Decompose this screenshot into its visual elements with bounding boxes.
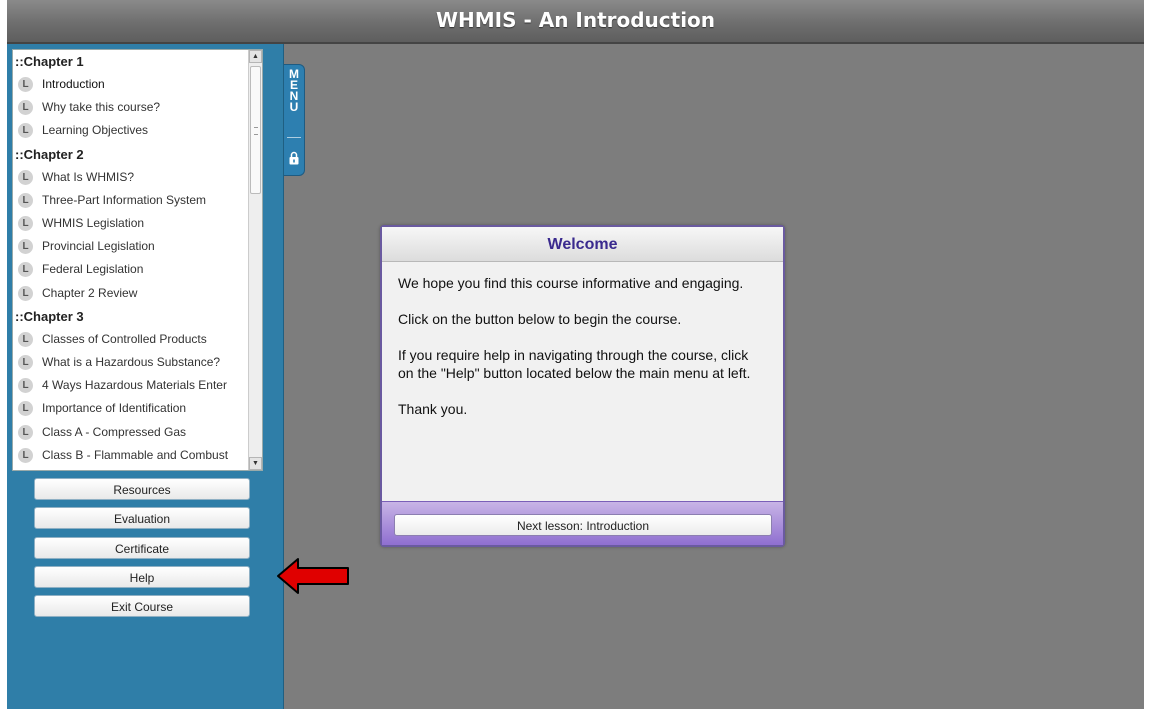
lesson-item[interactable]: L Learning Objectives [13,119,248,142]
dialog-footer: Next lesson: Introduction [382,501,783,545]
lesson-label: Class A - Compressed Gas [42,424,187,439]
lesson-item[interactable]: L What Is WHMIS? [13,166,248,189]
resources-button[interactable]: Resources [34,478,250,500]
scroll-thumb[interactable] [250,66,261,194]
lesson-label: Provincial Legislation [42,239,155,254]
lesson-icon: L [18,169,33,185]
lesson-icon: L [18,100,33,116]
menu-scrollbar[interactable]: ▲ ▼ [248,50,262,470]
course-menu-list: ::Chapter 1 L Introduction L Why take this c… [12,49,263,471]
dialog-paragraph: If you require help in navigating throug… [398,347,751,381]
dialog-title: Welcome [382,227,783,262]
lesson-label: Importance of Identification [42,401,187,416]
chapter-heading[interactable]: ::Chapter 1 [13,50,248,73]
lesson-item[interactable]: L 4 Ways Hazardous Materials Enter [13,374,248,397]
sidebar: ::Chapter 1 L Introduction L Why take this c… [7,44,284,709]
lesson-icon: L [18,447,33,463]
lesson-icon: L [18,331,33,347]
lesson-label: Chapter 2 Review [42,285,138,300]
lesson-item[interactable]: L Class B - Flammable and Combust [13,444,248,467]
lesson-item[interactable]: L WHMIS Legislation [13,212,248,235]
lesson-label: Why take this course? [42,100,161,115]
lesson-item[interactable]: L Classes of Controlled Products [13,328,248,351]
dialog-body: We hope you find this course informative… [382,262,783,418]
lesson-icon: L [18,123,33,139]
lesson-icon: L [18,192,33,208]
lesson-icon: L [18,77,33,93]
lesson-icon: L [18,285,33,301]
lesson-label: What Is WHMIS? [42,169,135,184]
lesson-icon: L [18,378,33,394]
exit-course-button[interactable]: Exit Course [34,595,250,617]
course-app: WHMIS - An Introduction ::Chapter 1L Intr… [7,0,1144,709]
lesson-label: Three-Part Information System [42,192,207,207]
lesson-icon: L [18,262,33,278]
lesson-item[interactable]: L What is a Hazardous Substance? [13,351,248,374]
red-arrow-icon [277,558,349,594]
lesson-label: 4 Ways Hazardous Materials Enter [42,378,227,393]
lesson-item[interactable]: L Federal Legislation [13,258,248,281]
menu-items: ::Chapter 1 L Introduction L Why take this c… [13,50,248,467]
lesson-label: Class B - Flammable and Combust [42,447,229,462]
lesson-item[interactable]: L Chapter 2 Review [13,282,248,305]
lesson-icon: L [18,424,33,440]
scroll-up-arrow-icon[interactable]: ▲ [249,50,262,63]
lesson-label: Federal Legislation [42,262,144,277]
next-lesson-button[interactable]: Next lesson: Introduction [394,514,772,536]
lesson-icon: L [18,216,33,232]
help-button[interactable]: Help [34,566,250,588]
lesson-icon: L [18,354,33,370]
certificate-button[interactable]: Certificate [34,537,250,559]
chapter-heading[interactable]: ::Chapter 3 [13,305,248,328]
title-bar: WHMIS - An Introduction [7,0,1144,44]
lesson-item[interactable]: L Importance of Identification [13,397,248,420]
evaluation-button[interactable]: Evaluation [34,507,250,529]
lock-icon[interactable] [289,151,299,165]
lesson-label: Introduction [42,77,105,92]
lesson-label: WHMIS Legislation [42,216,145,231]
lesson-icon: L [18,401,33,417]
lesson-label: Classes of Controlled Products [42,331,207,346]
welcome-dialog: Welcome We hope you find this course inf… [380,225,785,547]
dialog-paragraph: Thank you. [398,401,468,417]
course-title: WHMIS - An Introduction [435,8,716,32]
lesson-item[interactable]: L Introduction [13,73,248,96]
lesson-icon: L [18,239,33,255]
menu-tab-letter: U [289,100,299,114]
scroll-down-arrow-icon[interactable]: ▼ [249,457,262,470]
menu-tab-divider [287,137,301,138]
lesson-item[interactable]: L Why take this course? [13,96,248,119]
dialog-paragraph: We hope you find this course informative… [398,275,744,291]
menu-toggle-tab[interactable]: MENU [284,64,305,176]
menu-tab-label: MENU [284,68,304,114]
lesson-item[interactable]: L Provincial Legislation [13,235,248,258]
lesson-label: Learning Objectives [42,123,149,138]
dialog-paragraph: Click on the button below to begin the c… [398,311,682,327]
lesson-item[interactable]: L Three-Part Information System [13,189,248,212]
chapter-heading[interactable]: ::Chapter 2 [13,143,248,166]
lesson-item[interactable]: L Class A - Compressed Gas [13,420,248,443]
lesson-label: What is a Hazardous Substance? [42,354,221,369]
